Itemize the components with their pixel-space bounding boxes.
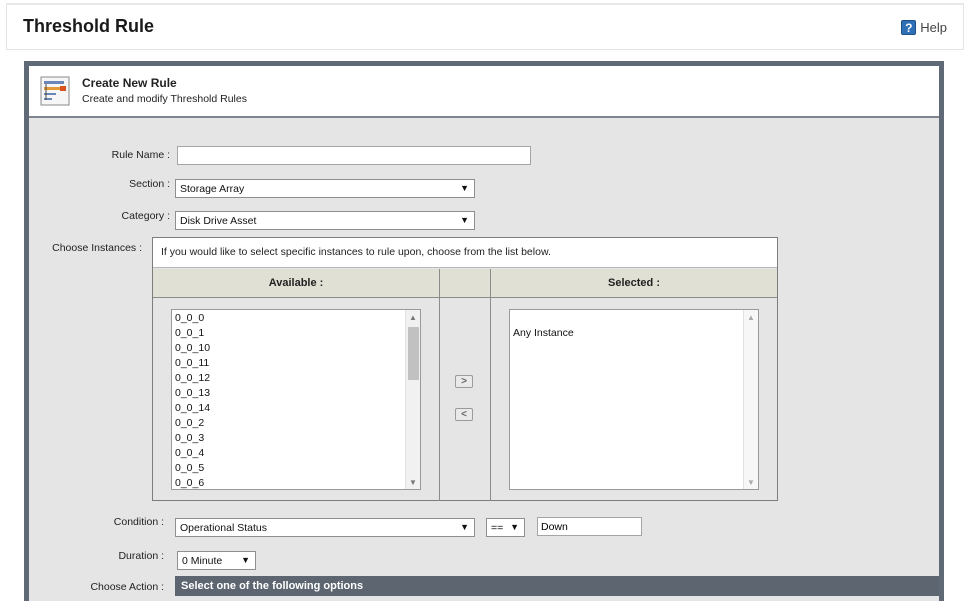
list-item[interactable]: 0_0_10 [172,341,420,356]
list-item[interactable]: 0_0_12 [172,371,420,386]
rule-list-icon [40,76,70,106]
column-divider [490,269,491,501]
section-select[interactable]: Storage Array ▼ [175,179,475,198]
create-rule-panel: Create New Rule Create and modify Thresh… [24,61,944,601]
duration-select[interactable]: 0 Minute ▼ [177,551,256,570]
chevron-down-icon: ▼ [510,522,519,532]
condition-value-input[interactable] [537,517,642,536]
condition-operator-value: == [491,522,504,534]
condition-attribute-select[interactable]: Operational Status ▼ [175,518,475,537]
scroll-up-icon[interactable]: ▲ [406,310,420,324]
arrow-right-icon: > [461,376,467,387]
section-value: Storage Array [180,183,245,195]
instance-chooser: If you would like to select specific ins… [152,237,778,501]
available-listbox[interactable]: 0_0_0 0_0_1 0_0_10 0_0_11 0_0_12 0_0_13 0_0_14… [171,309,421,490]
category-label: Category : [121,210,170,222]
chevron-down-icon: ▼ [460,183,469,193]
list-item[interactable]: 0_0_13 [172,386,420,401]
remove-instance-button[interactable]: < [455,408,473,421]
help-label[interactable]: Help [920,20,947,35]
condition-attribute-value: Operational Status [180,522,267,534]
choose-action-bar: Select one of the following options [175,576,939,596]
choose-action-label: Choose Action : [90,581,164,593]
selected-listbox[interactable]: Any Instance ▲ ▼ [509,309,759,490]
list-item[interactable]: 0_0_6 [172,476,420,489]
rule-name-label: Rule Name : [111,149,170,161]
selected-scrollbar[interactable]: ▲ ▼ [743,310,758,489]
available-scrollbar[interactable]: ▲ ▼ [405,310,420,489]
help-link[interactable]: ? Help [901,20,947,35]
selected-header: Selected : [491,269,777,298]
instance-hint: If you would like to select specific ins… [153,238,777,268]
arrow-left-icon: < [461,409,467,420]
category-select[interactable]: Disk Drive Asset ▼ [175,211,475,230]
choose-instances-label: Choose Instances : [52,242,142,254]
section-label: Section : [129,178,170,190]
list-item[interactable]: 0_0_11 [172,356,420,371]
condition-operator-select[interactable]: == ▼ [486,518,525,537]
column-divider [439,269,440,501]
move-header [440,269,490,298]
category-value: Disk Drive Asset [180,215,257,227]
available-header: Available : [153,269,439,298]
rule-name-input[interactable] [177,146,531,165]
list-item[interactable]: 0_0_0 [172,311,420,326]
list-item[interactable]: 0_0_14 [172,401,420,416]
chevron-down-icon: ▼ [241,555,250,565]
scroll-thumb[interactable] [408,327,419,380]
list-item[interactable]: 0_0_5 [172,461,420,476]
question-mark-icon[interactable]: ? [901,20,917,35]
condition-label: Condition : [113,516,164,528]
chevron-down-icon: ▼ [460,215,469,225]
scroll-down-icon[interactable]: ▼ [744,475,758,489]
scroll-up-icon[interactable]: ▲ [744,310,758,324]
panel-title: Create New Rule [82,76,177,90]
list-item[interactable]: Any Instance [510,326,758,341]
panel-header: Create New Rule Create and modify Thresh… [29,66,939,118]
list-item[interactable]: 0_0_2 [172,416,420,431]
scroll-down-icon[interactable]: ▼ [406,475,420,489]
add-instance-button[interactable]: > [455,375,473,388]
duration-value: 0 Minute [182,555,223,567]
chevron-down-icon: ▼ [460,522,469,532]
duration-label: Duration : [118,550,164,562]
list-item[interactable]: 0_0_3 [172,431,420,446]
page-title: Threshold Rule [23,16,155,36]
page-header: Threshold Rule ? Help [6,3,964,50]
panel-subtitle: Create and modify Threshold Rules [82,93,247,105]
list-item[interactable]: 0_0_4 [172,446,420,461]
list-item[interactable]: 0_0_1 [172,326,420,341]
